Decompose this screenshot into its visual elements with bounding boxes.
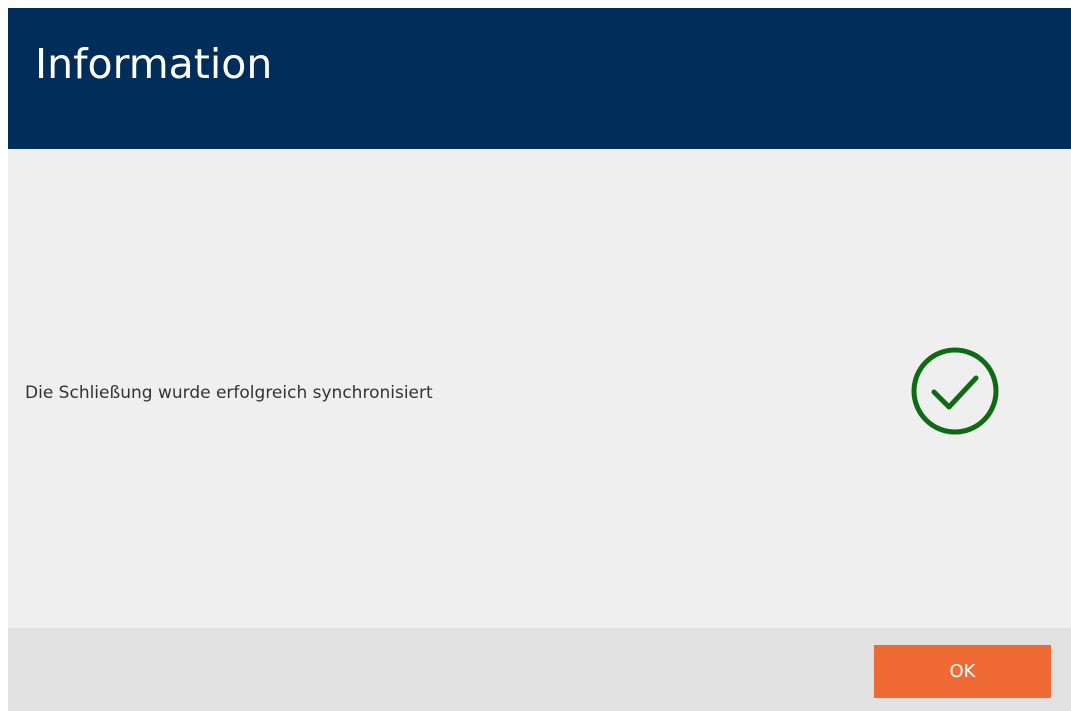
status-message: Die Schließung wurde erfolgreich synchro…: [25, 383, 433, 403]
dialog-title: Information: [35, 40, 273, 88]
information-dialog: Information Die Schließung wurde erfolgr…: [8, 8, 1071, 711]
dialog-header: Information: [8, 8, 1071, 149]
dialog-footer: OK: [8, 628, 1071, 711]
dialog-body: Die Schließung wurde erfolgreich synchro…: [8, 149, 1071, 628]
ok-button[interactable]: OK: [874, 645, 1051, 698]
check-circle-icon: [911, 347, 999, 435]
